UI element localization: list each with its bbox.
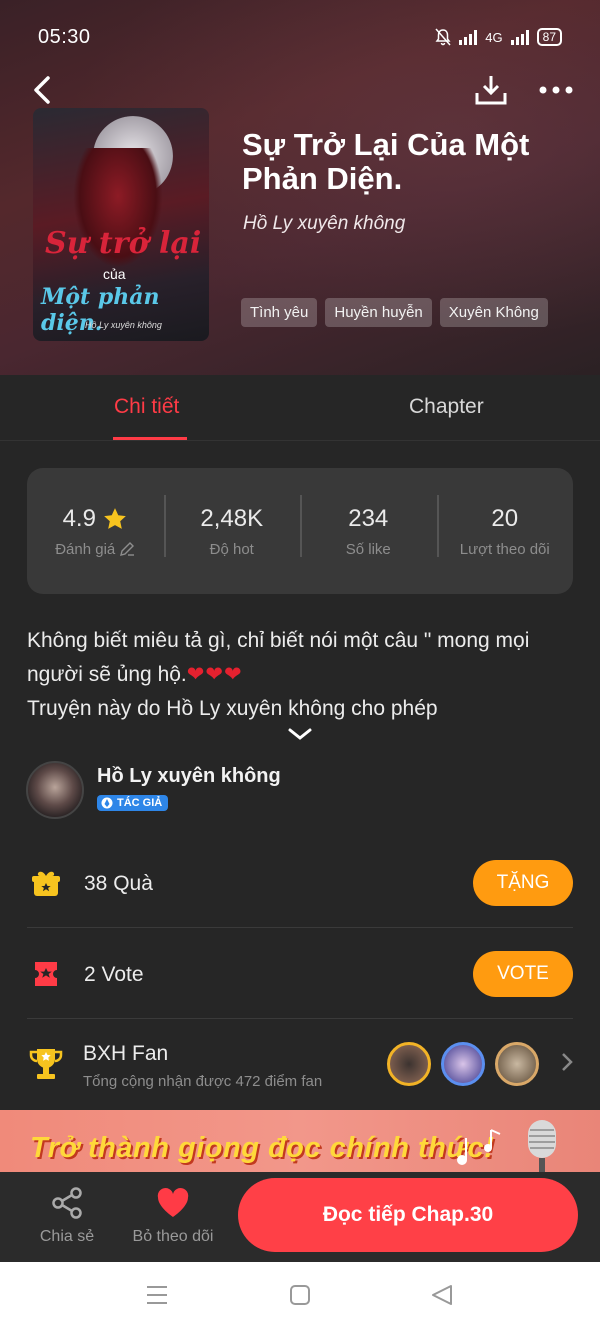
tag-fantasy[interactable]: Huyền huyễn — [325, 298, 432, 327]
battery-indicator: 87 — [536, 28, 562, 46]
book-author[interactable]: Hồ Ly xuyên không — [243, 213, 405, 235]
book-title: Sự Trở Lại Của Một Phản Diện. — [242, 127, 530, 196]
book-cover: Sự trở lại của Một phản diện. Hồ Ly xuyê… — [33, 108, 209, 341]
author-badge: TÁC GIẢ — [97, 795, 169, 811]
signal-2-icon — [510, 29, 529, 45]
edit-pencil-icon — [120, 542, 135, 556]
followers-value: 20 — [491, 504, 519, 532]
banner-text: Trở thành giọng đọc chính thức! — [30, 1132, 495, 1164]
tab-bar: Chi tiết Chapter — [0, 375, 600, 441]
description-line2: Truyện này do Hồ Ly xuyên không cho phép — [27, 697, 438, 720]
gifts-row: 38 Quà TẶNG — [27, 838, 573, 928]
heart-icon — [157, 1188, 189, 1217]
fan-ranking-title: BXH Fan — [83, 1042, 169, 1065]
fan-ranking-subtitle: Tổng cộng nhận được 472 điểm fan — [83, 1073, 323, 1090]
active-tab-indicator — [113, 437, 187, 440]
share-icon — [52, 1187, 82, 1219]
share-label: Chia sẻ — [39, 1228, 95, 1245]
status-bar: 05:30 4G 87 — [38, 22, 562, 52]
fan-avatar-1[interactable] — [387, 1042, 431, 1086]
microphone-icon — [528, 1120, 556, 1172]
description-hearts: ❤❤❤ — [186, 663, 243, 686]
tab-chapter[interactable]: Chapter — [409, 395, 484, 419]
status-icons: 4G 87 — [435, 28, 562, 46]
cover-title-line2: của — [103, 266, 126, 282]
vote-ticket-icon — [35, 962, 57, 986]
more-options-icon[interactable] — [538, 85, 574, 95]
top-navigation — [30, 68, 574, 112]
genre-tags: Tình yêu Huyền huyễn Xuyên Không — [241, 298, 548, 327]
book-header: 05:30 4G 87 Sự trở lại của Một phản diện… — [0, 0, 600, 375]
star-icon — [104, 507, 126, 529]
followers-label: Lượt theo dõi — [459, 540, 550, 558]
gifts-count: 38 Quà — [84, 872, 153, 895]
download-icon[interactable] — [474, 73, 508, 107]
stat-likes: 234 Số like — [300, 494, 437, 558]
stats-card: 4.9 Đánh giá 2,48K Độ hot 234 Số like 20… — [27, 468, 573, 594]
vote-button[interactable]: VOTE — [473, 951, 573, 997]
home-square-icon[interactable] — [289, 1284, 311, 1306]
stat-rating[interactable]: 4.9 Đánh giá — [27, 505, 164, 558]
hot-value: 2,48K — [200, 504, 264, 532]
trophy-icon — [29, 1049, 63, 1079]
likes-label: Số like — [345, 540, 391, 558]
votes-count: 2 Vote — [84, 963, 144, 986]
cover-title-line1: Sự trở lại — [45, 226, 202, 261]
clock: 05:30 — [38, 25, 91, 48]
music-notes-icon — [457, 1129, 501, 1165]
continue-reading-button[interactable]: Đọc tiếp Chap.30 — [238, 1178, 578, 1252]
stat-followers: 20 Lượt theo dõi — [436, 494, 574, 558]
back-arrow-icon[interactable] — [30, 75, 52, 105]
stat-hot: 2,48K Độ hot — [163, 494, 301, 558]
author-badge-label: TÁC GIẢ — [117, 797, 163, 809]
network-label: 4G — [485, 29, 503, 45]
voice-actor-banner[interactable]: Trở thành giọng đọc chính thức! — [0, 1110, 600, 1172]
chevron-right-icon[interactable] — [561, 1052, 573, 1072]
unfollow-label: Bỏ theo dõi — [132, 1228, 214, 1245]
book-description: Không biết miêu tả gì, chỉ biết nói một … — [27, 624, 577, 726]
likes-value: 234 — [348, 504, 389, 532]
share-button[interactable]: Chia sẻ — [22, 1186, 112, 1246]
cover-author: Hồ Ly xuyên không — [85, 320, 162, 330]
hot-label: Độ hot — [209, 540, 254, 558]
tag-romance[interactable]: Tình yêu — [241, 298, 318, 327]
votes-row: 2 Vote VOTE — [27, 929, 573, 1019]
gift-button[interactable]: TẶNG — [473, 860, 573, 906]
system-navigation-bar — [0, 1262, 600, 1333]
signal-icon — [459, 29, 478, 45]
fan-avatar-2[interactable] — [441, 1042, 485, 1086]
description-line1: Không biết miêu tả gì, chỉ biết nói một … — [27, 629, 530, 686]
gift-icon — [32, 871, 60, 896]
unfollow-button[interactable]: Bỏ theo dõi — [128, 1186, 218, 1246]
back-triangle-icon[interactable] — [430, 1284, 454, 1306]
rating-label: Đánh giá — [55, 540, 116, 558]
tag-time-travel[interactable]: Xuyên Không — [439, 298, 548, 327]
menu-icon[interactable] — [146, 1284, 168, 1306]
fan-avatar-3[interactable] — [495, 1042, 539, 1086]
rating-value: 4.9 — [62, 504, 96, 532]
fan-ranking-row[interactable]: BXH Fan Tổng cộng nhận được 472 điểm fan — [27, 1020, 573, 1110]
mute-bell-icon — [435, 28, 451, 46]
top-fans — [387, 1042, 539, 1086]
tab-details[interactable]: Chi tiết — [114, 395, 179, 419]
author-avatar[interactable] — [26, 761, 84, 819]
expand-chevron-icon[interactable] — [287, 726, 313, 742]
author-name[interactable]: Hồ Ly xuyên không — [97, 765, 281, 788]
feather-icon — [101, 797, 113, 809]
bottom-action-bar: Chia sẻ Bỏ theo dõi Đọc tiếp Chap.30 — [0, 1172, 600, 1262]
